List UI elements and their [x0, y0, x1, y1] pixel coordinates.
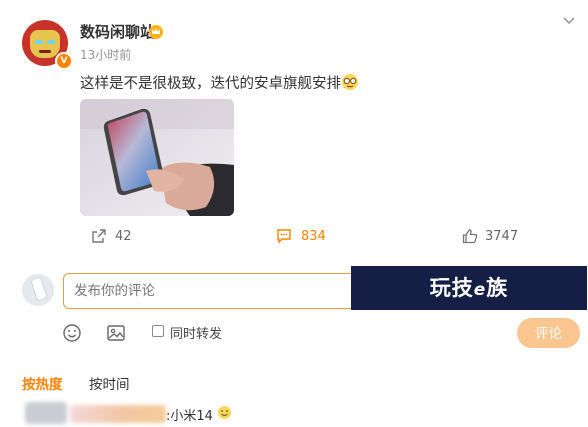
repost-label[interactable]: 同时转发	[170, 323, 222, 342]
post-image[interactable]	[80, 99, 234, 216]
comment-icon[interactable]	[276, 228, 292, 244]
crown-badge-icon	[149, 25, 163, 39]
author-name[interactable]: 数码闲聊站	[80, 21, 155, 42]
phone-photo	[80, 99, 234, 216]
blurred-avatar	[25, 402, 67, 424]
glasses-emoji-icon	[342, 74, 358, 90]
tab-sort-hot[interactable]: 按热度	[22, 373, 63, 393]
my-avatar	[22, 274, 54, 306]
blurred-username	[70, 405, 166, 423]
repost-count[interactable]: 42	[115, 229, 132, 244]
chevron-down-icon[interactable]	[562, 16, 576, 26]
avatar-eye-right	[47, 40, 55, 44]
submit-comment-button[interactable]: 评论	[517, 318, 580, 348]
comment-text: :小米14	[166, 409, 213, 424]
post-text: 这样是不是很极致，迭代的安卓旗舰安排！	[80, 76, 356, 92]
smile-emoji-icon	[218, 406, 231, 419]
banner-text-before: 玩技	[429, 276, 474, 300]
watermark-banner: 玩技e族	[351, 266, 587, 310]
ironman-mask	[30, 30, 60, 58]
thumbs-up-icon[interactable]	[462, 228, 478, 244]
emoji-icon[interactable]	[62, 323, 82, 343]
share-icon[interactable]	[91, 228, 107, 244]
repost-checkbox[interactable]	[152, 325, 164, 337]
verified-badge-icon: V	[55, 52, 73, 70]
comment-count[interactable]: 834	[301, 229, 326, 244]
avatar-eye-left	[35, 40, 43, 44]
image-icon[interactable]	[106, 323, 126, 343]
tab-sort-time[interactable]: 按时间	[89, 373, 130, 393]
like-count[interactable]: 3747	[485, 229, 518, 244]
my-avatar-image	[22, 274, 54, 306]
post-time[interactable]: 13小时前	[80, 46, 131, 63]
avatar-mouth	[39, 50, 51, 53]
banner-text-after: 族	[486, 276, 509, 300]
banner-text-e: e	[473, 280, 487, 300]
